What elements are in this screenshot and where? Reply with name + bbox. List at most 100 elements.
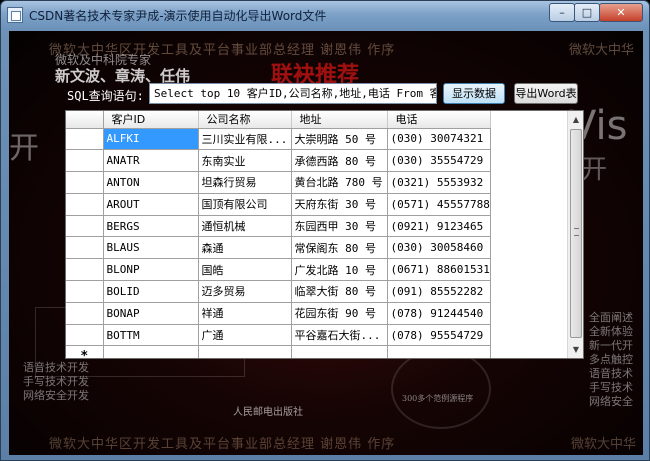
background-cd-disc	[391, 349, 491, 429]
background-list-item: 网络安全开发	[23, 389, 89, 402]
export-word-button[interactable]: 导出Word表	[514, 83, 578, 104]
row-header[interactable]	[66, 280, 104, 303]
new-row-cell[interactable]	[291, 345, 388, 358]
grid-corner-header[interactable]	[66, 111, 104, 129]
cell-company-name[interactable]: 迈多贸易	[198, 280, 292, 303]
sql-query-input[interactable]: Select top 10 客户ID,公司名称,地址,电话 From 客户	[149, 83, 437, 104]
data-grid[interactable]: 客户ID 公司名称 地址 电话 ALFKI 三川实业有限... 大崇明路 50 号(…	[65, 110, 584, 359]
table-row[interactable]: BLONP 国皓 广发北路 10 号 (0671) 88601531	[66, 258, 491, 282]
cell-address[interactable]: 东园西甲 30 号	[291, 215, 388, 238]
column-header-customer-id[interactable]: 客户ID	[103, 111, 199, 129]
cell-company-name[interactable]: 广通	[198, 324, 292, 347]
cell-phone[interactable]: (030) 35554729	[387, 149, 491, 173]
table-row[interactable]: BLAUS 森通 常保阁东 80 号 (030) 30058460	[66, 236, 491, 260]
column-header-address[interactable]: 地址	[291, 111, 388, 129]
table-row[interactable]: BOLID 迈多贸易 临翠大街 80 号 (091) 85552282	[66, 280, 491, 303]
background-side-text: 开	[581, 155, 608, 185]
cell-company-name[interactable]: 三川实业有限...	[198, 128, 292, 151]
table-row[interactable]: BONAP 祥通 花园东街 90 号 (078) 91244540	[66, 302, 491, 325]
table-row[interactable]: ALFKI 三川实业有限... 大崇明路 50 号 (030) 30074321	[66, 128, 491, 151]
maximize-button[interactable]: □	[574, 3, 600, 22]
row-header[interactable]	[66, 302, 104, 325]
cell-company-name[interactable]: 通恒机械	[198, 215, 292, 238]
new-row-cell[interactable]	[103, 345, 199, 358]
background-list-item: 全面阐述	[589, 311, 633, 324]
cell-company-name[interactable]: 国皓	[198, 258, 292, 282]
background-bottom-banner: 微软大中华区开发工具及平台事业部总经理 谢恩伟 作序	[49, 437, 396, 452]
scroll-up-icon[interactable]: ▲	[568, 111, 584, 128]
cell-customer-id[interactable]: BONAP	[103, 302, 199, 325]
cell-address[interactable]: 承德西路 80 号	[291, 149, 388, 173]
row-header[interactable]	[66, 215, 104, 238]
cell-phone[interactable]: (078) 91244540	[387, 302, 491, 325]
cell-phone[interactable]: (0571) 45557788	[387, 193, 491, 216]
row-header[interactable]	[66, 149, 104, 173]
new-row-cell[interactable]	[387, 345, 491, 358]
cell-customer-id[interactable]: ANTON	[103, 171, 199, 194]
cell-phone[interactable]: (030) 30074321	[387, 128, 491, 151]
cell-customer-id[interactable]: ANATR	[103, 149, 199, 173]
grid-header-row: 客户ID 公司名称 地址 电话	[66, 111, 491, 129]
background-publisher: 人民邮电出版社	[233, 407, 303, 418]
new-row-cell[interactable]	[198, 345, 292, 358]
background-top-banner-right: 微软大中华	[569, 43, 635, 58]
row-header[interactable]	[66, 324, 104, 347]
grid-vertical-scrollbar[interactable]: ▲ ▼	[567, 111, 583, 358]
cell-address[interactable]: 平谷嘉石大街...	[291, 324, 388, 347]
background-list-left: 语音技术开发 手写技术开发 网络安全开发	[23, 361, 89, 403]
cell-company-name[interactable]: 东南实业	[198, 149, 292, 173]
scroll-down-icon[interactable]: ▼	[568, 341, 584, 358]
background-list-item: 语音技术开发	[23, 361, 89, 374]
cell-customer-id[interactable]: BLONP	[103, 258, 199, 282]
background-list-item: 语音技术	[589, 367, 633, 380]
cell-address[interactable]: 常保阁东 80 号	[291, 236, 388, 260]
row-header[interactable]	[66, 193, 104, 216]
table-row[interactable]: ANTON 坦森行贸易 黄台北路 780 号 (0321) 5553932	[66, 171, 491, 194]
table-row[interactable]: BERGS 通恒机械 东园西甲 30 号 (0921) 9123465	[66, 215, 491, 238]
cell-customer-id[interactable]: AROUT	[103, 193, 199, 216]
new-row[interactable]: *	[66, 345, 491, 358]
cell-address[interactable]: 临翠大街 80 号	[291, 280, 388, 303]
cell-phone[interactable]: (0671) 88601531	[387, 258, 491, 282]
cell-address[interactable]: 广发北路 10 号	[291, 258, 388, 282]
cell-phone[interactable]: (0321) 5553932	[387, 171, 491, 194]
background-list-item: 网络安全	[589, 395, 633, 408]
cell-company-name[interactable]: 森通	[198, 236, 292, 260]
background-bottom-banner-right: 微软大中华	[571, 437, 637, 452]
cell-customer-id[interactable]: BOLID	[103, 280, 199, 303]
column-header-company-name[interactable]: 公司名称	[198, 111, 292, 129]
background-list-right: 全面阐述 全新体验 新一代开 多点触控 语音技术 手写技术 网络安全	[589, 311, 633, 409]
scroll-thumb[interactable]	[570, 129, 582, 338]
row-header[interactable]	[66, 171, 104, 194]
cell-company-name[interactable]: 坦森行贸易	[198, 171, 292, 194]
row-header[interactable]	[66, 236, 104, 260]
client-area: 微软大中华区开发工具及平台事业部总经理 谢恩伟 作序 微软大中华 微软及中科院专…	[9, 31, 643, 455]
show-data-button[interactable]: 显示数据	[443, 83, 505, 104]
title-bar: CSDN著名技术专家尹成-演示使用自动化导出Word文件 – □ ✕	[1, 1, 649, 29]
table-row[interactable]: ANATR 东南实业 承德西路 80 号 (030) 35554729	[66, 149, 491, 173]
background-list-item: 手写技术开发	[23, 375, 89, 388]
window-title: CSDN著名技术专家尹成-演示使用自动化导出Word文件	[29, 9, 327, 23]
cell-phone[interactable]: (030) 30058460	[387, 236, 491, 260]
cell-customer-id[interactable]: ALFKI	[103, 128, 199, 151]
cell-phone[interactable]: (078) 95554729	[387, 324, 491, 347]
cell-company-name[interactable]: 国顶有限公司	[198, 193, 292, 216]
row-header[interactable]	[66, 128, 104, 151]
column-header-phone[interactable]: 电话	[387, 111, 491, 129]
table-row[interactable]: BOTTM 广通 平谷嘉石大街... (078) 95554729	[66, 324, 491, 347]
cell-address[interactable]: 天府东街 30 号	[291, 193, 388, 216]
row-header[interactable]	[66, 258, 104, 282]
minimize-button[interactable]: –	[549, 3, 575, 22]
table-row[interactable]: AROUT 国顶有限公司 天府东街 30 号 (0571) 45557788	[66, 193, 491, 216]
cell-phone[interactable]: (0921) 9123465	[387, 215, 491, 238]
cell-address[interactable]: 黄台北路 780 号	[291, 171, 388, 194]
cell-address[interactable]: 大崇明路 50 号	[291, 128, 388, 151]
background-list-item: 手写技术	[589, 381, 633, 394]
cell-phone[interactable]: (091) 85552282	[387, 280, 491, 303]
cell-address[interactable]: 花园东街 90 号	[291, 302, 388, 325]
cell-customer-id[interactable]: BOTTM	[103, 324, 199, 347]
cell-customer-id[interactable]: BLAUS	[103, 236, 199, 260]
cell-customer-id[interactable]: BERGS	[103, 215, 199, 238]
close-button[interactable]: ✕	[599, 3, 643, 22]
cell-company-name[interactable]: 祥通	[198, 302, 292, 325]
